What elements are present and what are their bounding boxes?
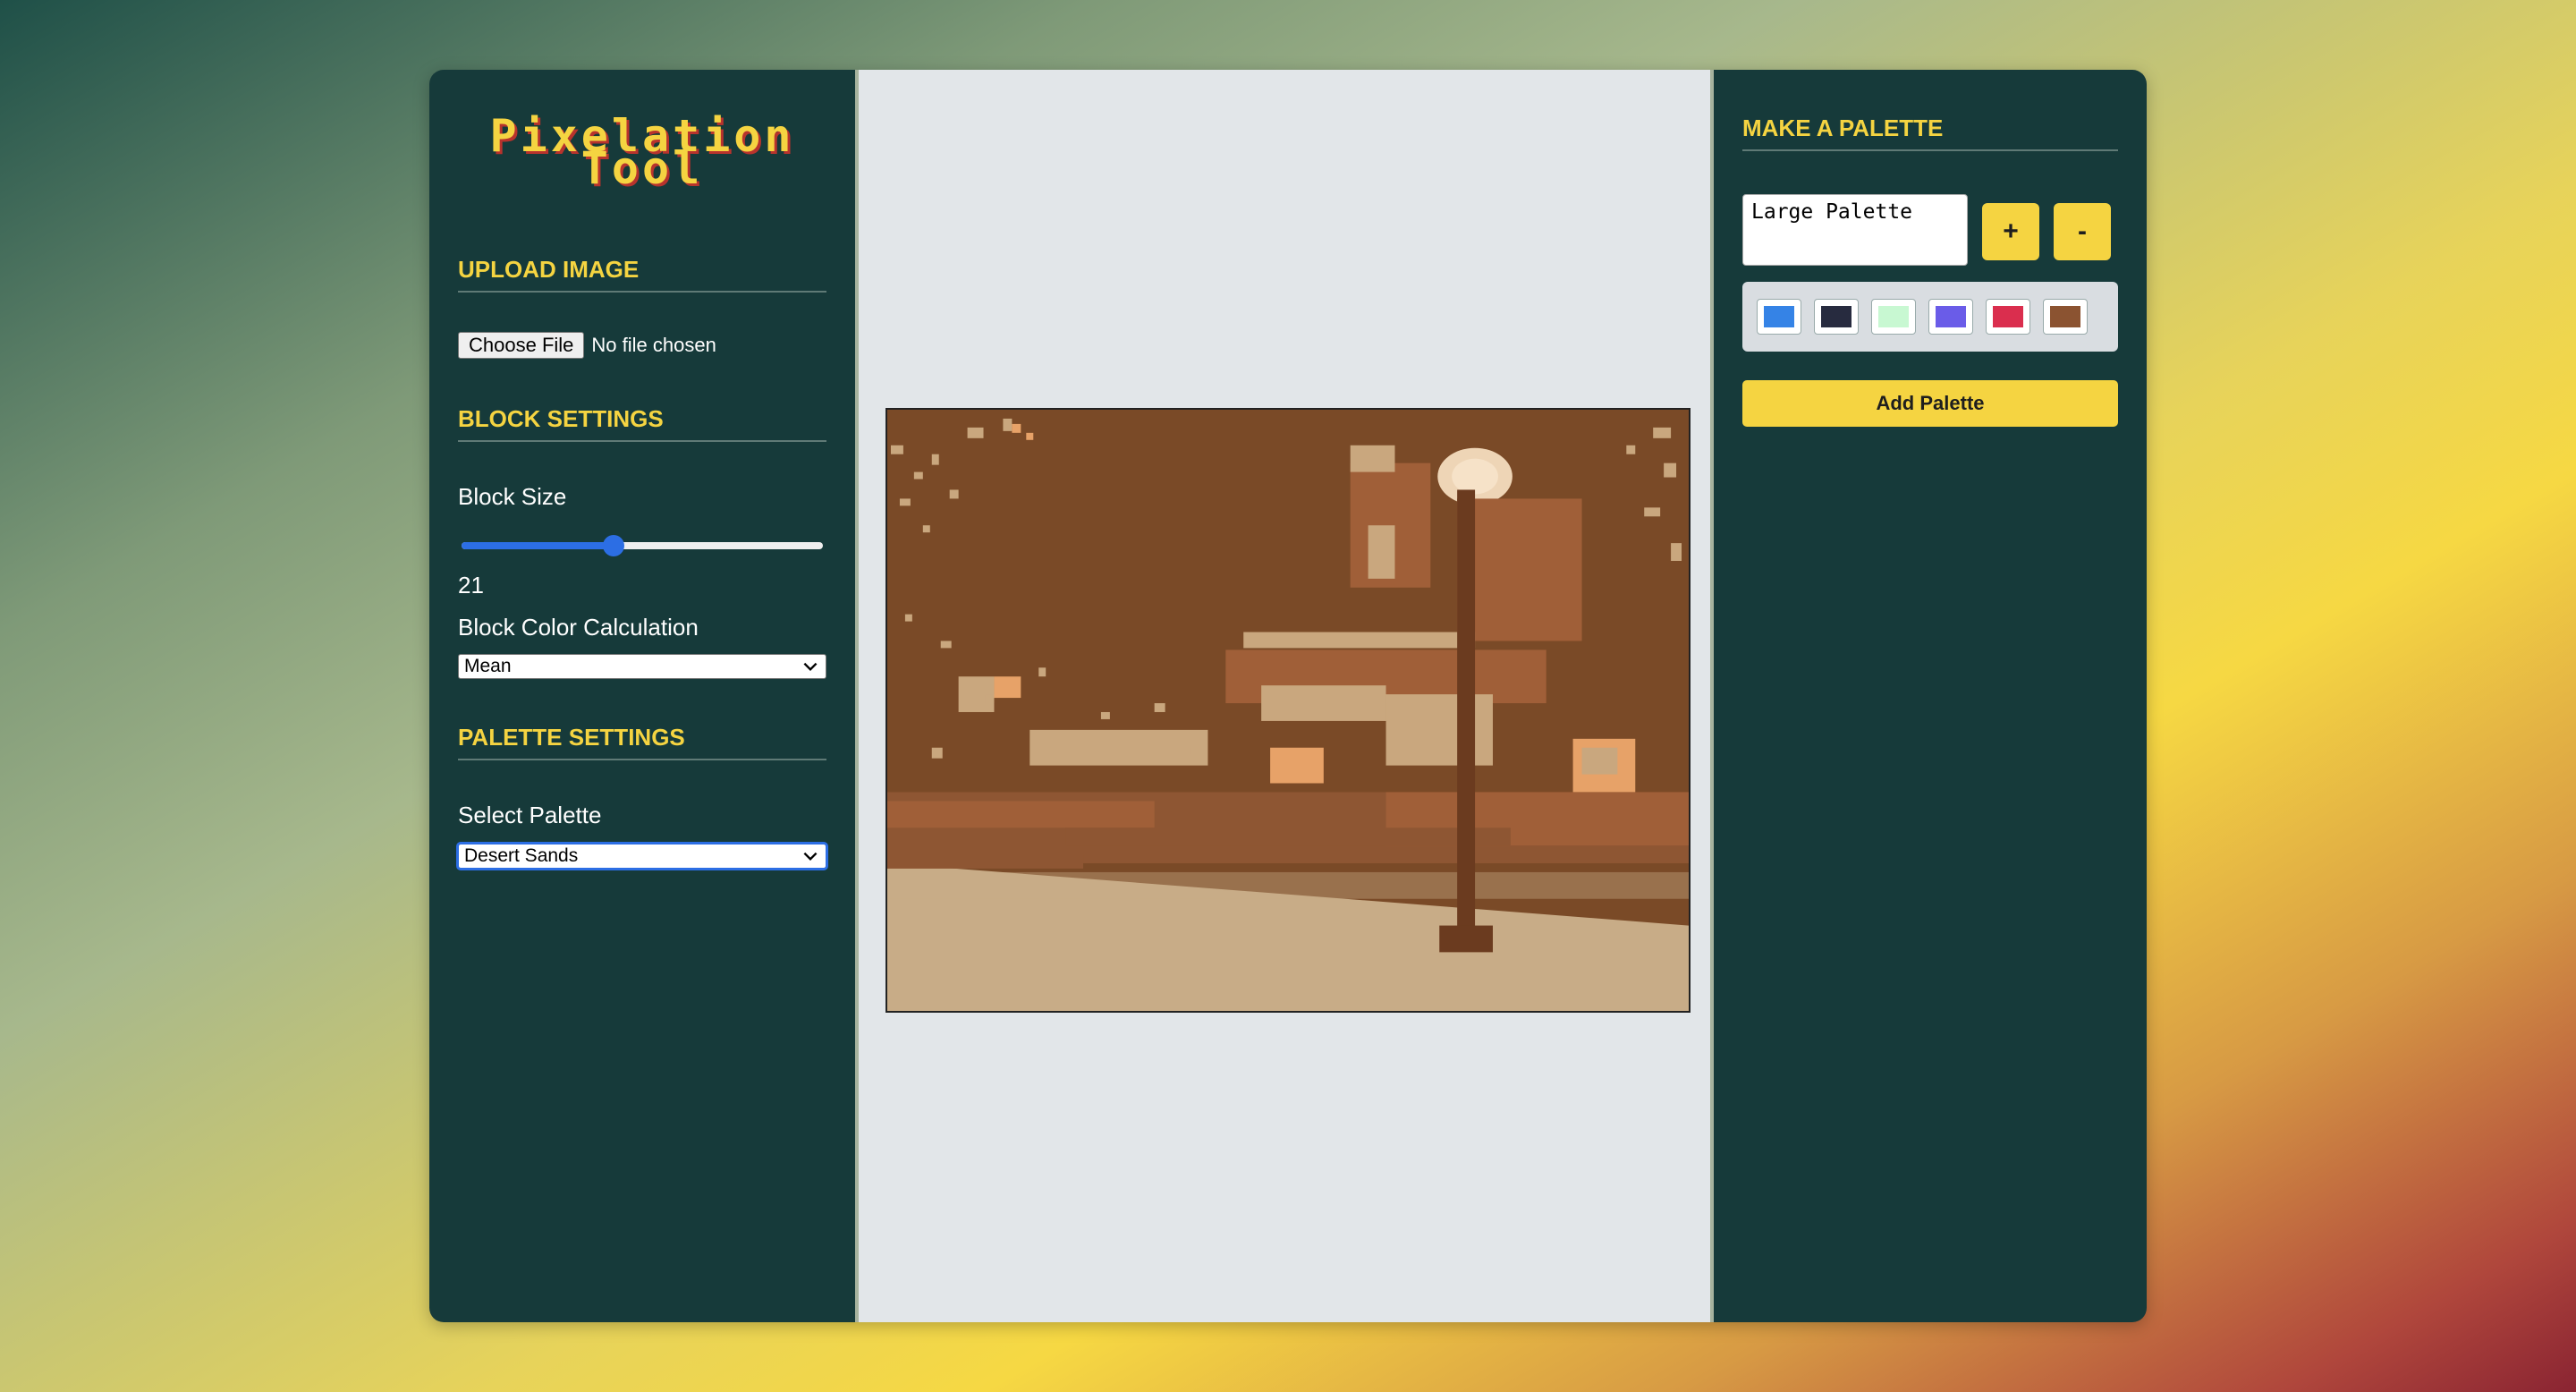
color-swatch[interactable] (1871, 299, 1916, 335)
slider-fill (462, 542, 614, 549)
palette-swatches (1742, 282, 2118, 352)
swatch-color (1821, 306, 1852, 327)
make-palette-title: MAKE A PALETTE (1742, 115, 2118, 151)
color-swatch[interactable] (2043, 299, 2088, 335)
color-swatch[interactable] (1757, 299, 1801, 335)
color-calc-select[interactable]: Mean (458, 654, 826, 679)
right-sidebar: MAKE A PALETTE Large Palette + - Add Pal… (1714, 70, 2147, 1322)
add-palette-button[interactable]: Add Palette (1742, 380, 2118, 427)
palette-name-row: Large Palette + - (1742, 194, 2118, 266)
block-size-label: Block Size (458, 483, 567, 510)
palette-name-input[interactable]: Large Palette (1742, 194, 1968, 266)
color-swatch[interactable] (1928, 299, 1973, 335)
file-input[interactable]: Choose File No file chosen (458, 332, 826, 359)
color-calc-label: Block Color Calculation (458, 614, 699, 641)
select-palette-label: Select Palette (458, 802, 602, 828)
left-sidebar: Pixelation Tool UPLOAD IMAGE Choose File… (429, 70, 855, 1322)
remove-color-button[interactable]: - (2054, 203, 2111, 260)
swatch-color (1993, 306, 2023, 327)
pixelated-image (886, 408, 1690, 1013)
swatch-color (1878, 306, 1909, 327)
block-size-slider[interactable] (458, 532, 826, 559)
chevron-down-icon (803, 662, 818, 672)
palette-select[interactable]: Desert Sands (456, 842, 828, 870)
upload-section-title: UPLOAD IMAGE (458, 256, 826, 293)
color-calc-selected: Mean (464, 656, 512, 676)
file-status-text: No file chosen (591, 334, 716, 356)
swatch-color (2050, 306, 2080, 327)
slider-thumb[interactable] (602, 535, 624, 556)
pixelated-image-art (887, 410, 1689, 1011)
add-color-button[interactable]: + (1982, 203, 2039, 260)
app-window: Pixelation Tool UPLOAD IMAGE Choose File… (429, 70, 2147, 1322)
chevron-down-icon (803, 852, 818, 862)
block-settings-title: BLOCK SETTINGS (458, 405, 826, 442)
palette-selected: Desert Sands (464, 845, 579, 866)
swatch-color (1764, 306, 1794, 327)
block-size-value: 21 (458, 572, 484, 598)
color-swatch[interactable] (1814, 299, 1859, 335)
color-swatch[interactable] (1986, 299, 2030, 335)
choose-file-button[interactable]: Choose File (458, 332, 585, 359)
palette-settings-title: PALETTE SETTINGS (458, 724, 826, 760)
app-logo: Pixelation Tool (458, 114, 826, 191)
canvas-area (855, 70, 1714, 1322)
swatch-color (1936, 306, 1966, 327)
